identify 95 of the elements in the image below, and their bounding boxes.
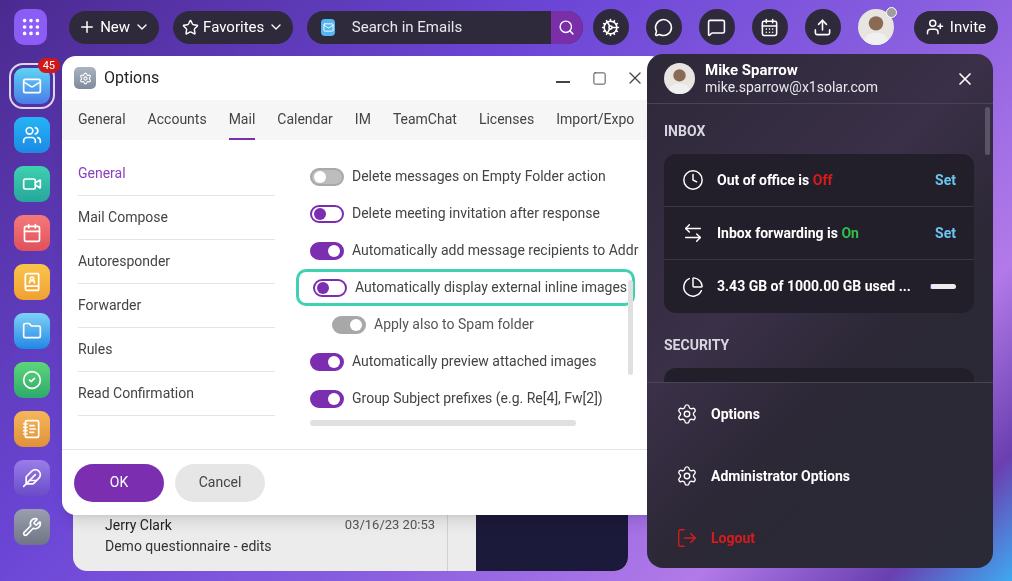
settings-tab[interactable]: Licenses xyxy=(478,109,535,140)
setting-label: Delete messages on Empty Folder action xyxy=(352,167,606,186)
search-button[interactable] xyxy=(550,10,583,44)
ok-button[interactable]: OK xyxy=(74,463,164,502)
sender-name: Jerry Clark xyxy=(105,516,172,535)
notebook-icon xyxy=(22,419,42,439)
user-avatar[interactable] xyxy=(857,9,894,45)
user-email: mike.sparrow@x1solar.com xyxy=(705,78,879,96)
menu-item[interactable]: Administrator Options xyxy=(647,445,993,507)
message-subject: Demo questionnaire - edits xyxy=(105,537,273,556)
settings-tab[interactable]: IM xyxy=(354,109,371,140)
pinwheel-button[interactable] xyxy=(592,9,629,45)
mail-app-icon[interactable] xyxy=(14,68,50,104)
apps-grid-button[interactable] xyxy=(14,9,48,45)
gear-icon xyxy=(676,465,698,487)
toggle-switch[interactable] xyxy=(310,241,344,260)
pie-chart-icon xyxy=(681,274,705,299)
chat-bubble-button[interactable] xyxy=(645,9,682,45)
gear-icon xyxy=(676,403,698,425)
setting-label: Group Subject prefixes (e.g. Re[4], Fw[2]) xyxy=(352,389,603,409)
status-text: Inbox forwarding is On xyxy=(717,223,859,243)
setting-label: Apply also to Spam folder xyxy=(374,315,534,334)
upload-icon xyxy=(813,17,833,37)
settings-tab[interactable]: TeamChat xyxy=(392,109,457,140)
message-date: 03/16/23 20:53 xyxy=(344,516,435,534)
folder-app-icon[interactable] xyxy=(14,313,50,349)
toggle-switch[interactable] xyxy=(310,389,344,408)
gear-icon xyxy=(74,67,96,89)
logout-icon xyxy=(676,527,698,549)
search-icon xyxy=(558,18,576,36)
set-link[interactable]: Set xyxy=(935,222,956,244)
setting-label: Automatically display external inline images xyxy=(355,278,628,297)
people-app-icon[interactable] xyxy=(14,117,50,153)
dialog-title: Options xyxy=(104,67,160,89)
search-input[interactable]: Search in Emails xyxy=(351,15,551,39)
settings-tab[interactable]: Mail xyxy=(228,109,256,140)
search-field[interactable]: Search in Emails xyxy=(307,10,583,44)
section-link[interactable]: Read Confirmation xyxy=(78,372,275,416)
scrollbar-thumb xyxy=(985,107,990,155)
calendar-icon xyxy=(760,17,780,37)
chat-bubble-icon xyxy=(654,17,674,37)
checkmark-app-icon[interactable] xyxy=(14,362,50,398)
star-icon xyxy=(182,18,200,36)
tools-icon xyxy=(22,517,42,537)
toggle-switch[interactable] xyxy=(310,204,344,223)
checkmark-icon xyxy=(22,370,42,390)
calendar-button[interactable] xyxy=(751,9,788,45)
folder-icon xyxy=(22,321,42,341)
maximize-icon xyxy=(591,70,607,86)
setting-label: Delete meeting invitation after response xyxy=(352,204,600,223)
mail-icon xyxy=(22,76,42,96)
toggle-switch[interactable] xyxy=(310,352,344,371)
setting-label: Automatically preview attached images xyxy=(352,352,597,371)
set-link[interactable]: Set xyxy=(935,169,956,191)
calendar-icon xyxy=(22,223,42,243)
section-link[interactable]: Rules xyxy=(78,328,275,372)
profile-avatar[interactable] xyxy=(664,63,695,94)
message-icon xyxy=(707,17,727,37)
wings-icon xyxy=(22,468,42,488)
section-link[interactable]: Forwarder xyxy=(78,284,275,328)
video-camera-app-icon[interactable] xyxy=(14,166,50,202)
calendar-app-icon[interactable] xyxy=(14,215,50,251)
unread-badge: 45 xyxy=(37,58,60,73)
cancel-button[interactable]: Cancel xyxy=(175,463,265,502)
setting-label: Automatically add message recipients to Addr xyxy=(352,241,639,260)
new-button[interactable]: New xyxy=(69,10,160,44)
invite-button[interactable]: Invite xyxy=(913,10,998,44)
toggle-switch[interactable] xyxy=(313,278,347,297)
settings-tab[interactable]: Import/Expo xyxy=(556,109,635,140)
section-link[interactable]: Mail Compose xyxy=(78,196,275,240)
clock-icon xyxy=(681,168,705,192)
status-text: Out of office is Off xyxy=(717,170,833,190)
section-link[interactable]: General xyxy=(78,152,275,196)
menu-item[interactable]: Options xyxy=(647,383,993,445)
notebook-app-icon[interactable] xyxy=(14,411,50,447)
favorites-button[interactable]: Favorites xyxy=(173,10,294,44)
tools-app-icon[interactable] xyxy=(14,509,50,545)
mail-icon xyxy=(321,18,335,36)
storage-text: 3.43 GB of 1000.00 GB used ... xyxy=(717,277,911,296)
add-person-icon xyxy=(925,18,944,36)
settings-tab[interactable]: Calendar xyxy=(277,109,333,140)
upload-button[interactable] xyxy=(804,9,841,45)
address-book-icon xyxy=(22,272,42,292)
settings-tab[interactable]: Accounts xyxy=(147,109,207,140)
section-heading: INBOX xyxy=(664,122,707,141)
settings-tab[interactable]: General xyxy=(78,109,126,140)
people-icon xyxy=(22,125,42,145)
address-book-app-icon[interactable] xyxy=(14,264,50,300)
message-button[interactable] xyxy=(698,9,735,45)
section-link[interactable]: Autoresponder xyxy=(78,240,275,284)
user-name: Mike Sparrow xyxy=(705,61,799,79)
section-heading: SECURITY xyxy=(664,336,731,355)
minimize-icon xyxy=(556,81,570,83)
wings-app-icon[interactable] xyxy=(14,460,50,496)
pinwheel-icon xyxy=(601,17,621,37)
